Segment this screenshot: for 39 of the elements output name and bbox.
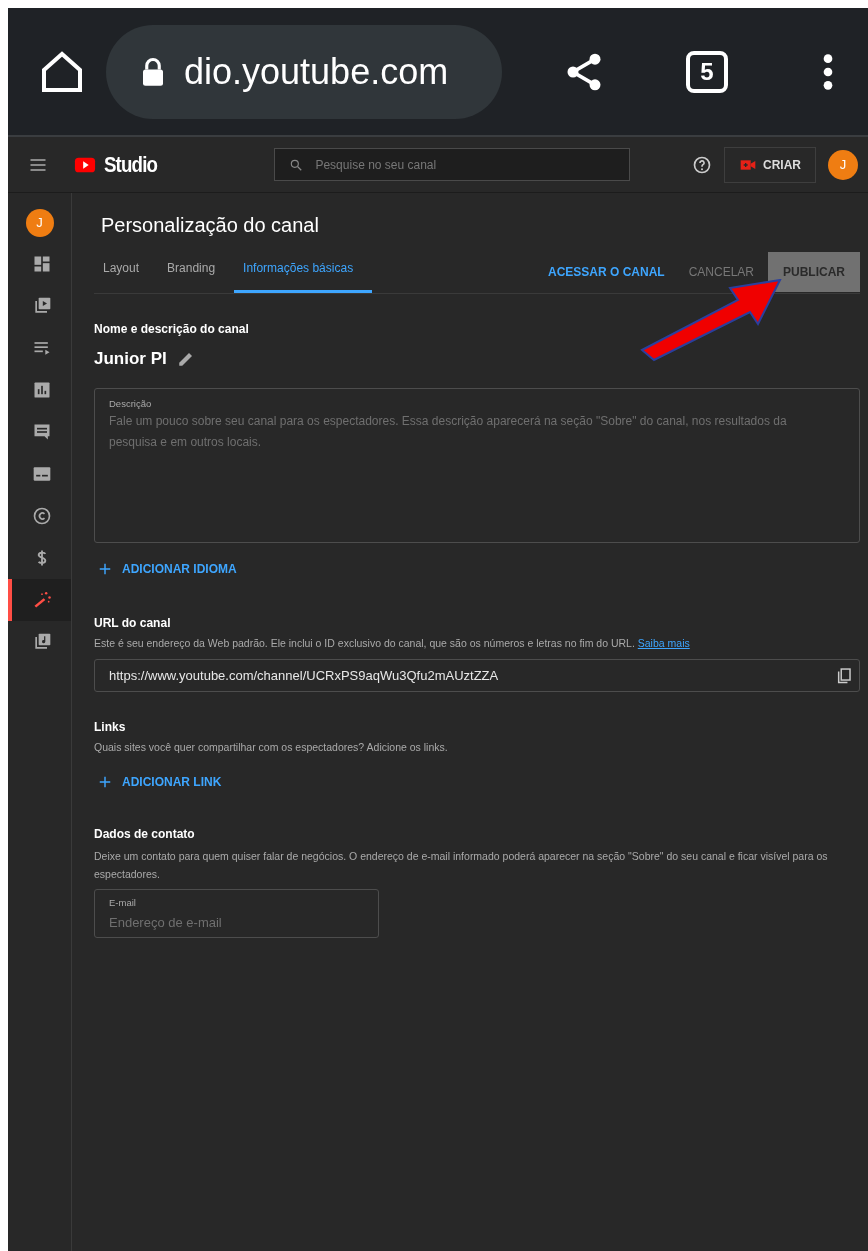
sidebar-item[interactable]	[8, 579, 71, 621]
url-input[interactable]: https://www.youtube.com/channel/UCRxPS9aqWu3Qfu2mAUztZZA	[109, 666, 836, 686]
plus-icon	[98, 775, 112, 789]
search-field[interactable]: Pesquise no seu canal	[274, 148, 631, 181]
email-field[interactable]: E-mail Endereço de e-mail	[94, 889, 379, 938]
learn-more-link[interactable]: Saiba mais	[637, 636, 690, 649]
tab[interactable]: Layout	[94, 251, 159, 293]
email-input[interactable]: Endereço de e-mail	[109, 913, 364, 933]
help-text: Este é seu endereço da Web padrão. Ele inclui o ID exclusivo do canal, que são os números e letras no fim do URL. Saiba mais	[94, 635, 691, 651]
help-icon[interactable]	[692, 154, 712, 175]
url-field[interactable]: https://www.youtube.com/channel/UCRxPS9aqWu3Qfu2mAUztZZA	[94, 659, 860, 693]
page-title: Personalização do canal	[101, 213, 320, 237]
section-heading: Nome e descrição do canal	[94, 321, 250, 338]
help-text: Deixe um contato para quem quiser falar de negócios. O endereço de e-mail informado poderá aparecer na seção "Sobre" do seu canal e ficar visível para os espectadores.	[94, 849, 829, 882]
description-field[interactable]: Descrição Fale um pouco sobre seu canal para os espectadores. Essa descrição aparecerá na seção "Sobre" do canal, nos resultados da pesquisa e em outros locais.	[94, 387, 860, 543]
tab-counter[interactable]: 5	[686, 50, 728, 93]
cancel-button[interactable]: CANCELAR	[678, 261, 764, 283]
search-input[interactable]: Pesquise no seu canal	[313, 154, 630, 175]
section-heading: Dados de contato	[94, 826, 196, 843]
copyright-icon	[31, 506, 52, 526]
section-heading: URL do canal	[94, 614, 172, 632]
field-label: Descrição	[109, 396, 153, 411]
tab[interactable]: Informações básicas	[234, 251, 373, 293]
address-bar[interactable]: dio.youtube.com	[106, 24, 502, 119]
help-text: Quais sites você quer compartilhar com os espectadores? Adicione os links.	[94, 740, 449, 756]
description-input[interactable]: Fale um pouco sobre seu canal para os espectadores. Essa descrição aparecerá na seção "Sobre" do canal, nos resultados da pesquisa e em outros locais.	[109, 410, 845, 531]
subtitles-icon	[31, 464, 52, 484]
tab[interactable]: Branding	[158, 251, 235, 293]
visit-channel-link[interactable]: ACESSAR O CANAL	[537, 261, 675, 283]
copy-icon[interactable]	[835, 665, 853, 686]
channel-name: Junior PI	[94, 348, 167, 370]
search-icon	[289, 157, 304, 172]
create-button[interactable]: CRIAR	[724, 146, 816, 183]
studio-logo-text: Studio	[104, 151, 158, 179]
add-button[interactable]: ADICIONAR LINK	[94, 773, 226, 791]
plus-icon	[98, 561, 112, 576]
section-heading: Links	[94, 719, 127, 737]
field-label: E-mail	[109, 896, 137, 910]
add-button[interactable]: ADICIONAR IDIOMA	[94, 559, 241, 578]
